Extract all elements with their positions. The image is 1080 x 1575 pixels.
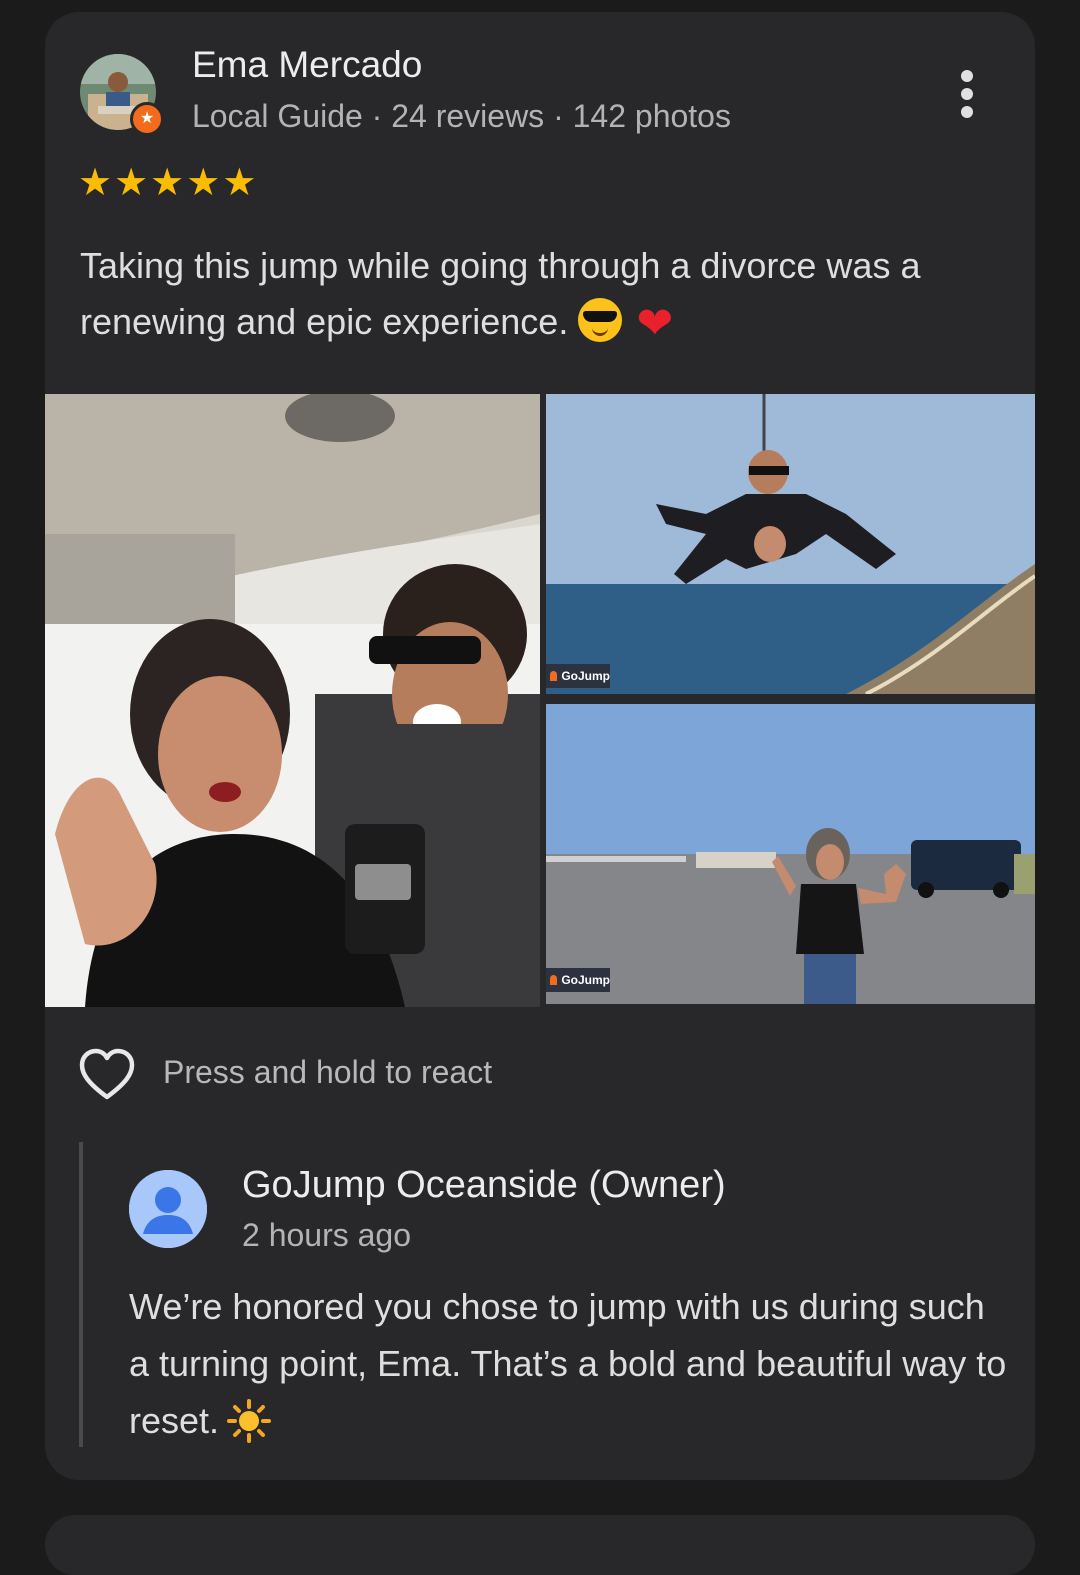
owner-reply-text: We’re honored you chose to jump with us … [129, 1278, 1009, 1449]
star-rating: ★ ★ ★ ★ ★ [78, 164, 256, 202]
star-icon: ★ [186, 162, 221, 204]
review-card: ★ Ema Mercado Local Guide · 24 reviews ·… [45, 12, 1035, 1480]
sun-icon [227, 1399, 272, 1443]
heart-outline-icon[interactable] [78, 1047, 136, 1103]
star-icon: ★ [222, 162, 257, 204]
red-heart-icon: ❤ [636, 299, 674, 348]
star-icon: ★ [114, 162, 149, 204]
next-review-card [45, 1515, 1035, 1575]
gojump-watermark: GoJump [546, 664, 610, 688]
owner-reply-time: 2 hours ago [242, 1217, 412, 1253]
more-options-icon[interactable] [945, 66, 989, 120]
gojump-watermark: GoJump [546, 968, 610, 992]
star-icon: ★ [78, 162, 113, 204]
freefall-tandem-photo[interactable]: GoJump [546, 394, 1035, 694]
owner-name: GoJump Oceanside (Owner) [242, 1164, 726, 1206]
reply-divider [79, 1142, 83, 1447]
review-body: Taking this jump while going through a d… [80, 245, 921, 342]
runway-wave-photo[interactable]: GoJump [546, 704, 1035, 1004]
reviewer-meta: Local Guide · 24 reviews · 142 photos [192, 98, 731, 134]
reviewer-name[interactable]: Ema Mercado [192, 44, 422, 86]
star-icon: ★ [150, 162, 185, 204]
plane-selfie-photo[interactable] [45, 394, 540, 1007]
owner-avatar[interactable] [129, 1170, 207, 1248]
review-text: Taking this jump while going through a d… [80, 238, 1020, 352]
react-label[interactable]: Press and hold to react [163, 1054, 492, 1091]
smiling-face-with-sunglasses-icon [578, 298, 623, 342]
local-guide-badge-icon: ★ [130, 102, 164, 136]
